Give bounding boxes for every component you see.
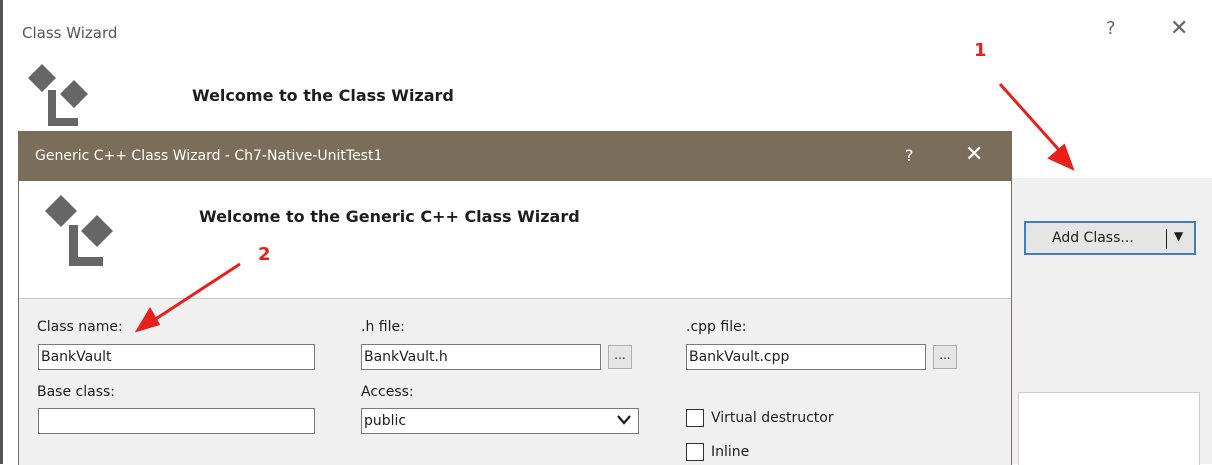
annotation-arrowhead-2 (134, 307, 161, 333)
annotation-marker-2: 2 (258, 244, 271, 265)
annotation-arrow-2 (147, 262, 241, 326)
annotation-arrow-1 (998, 82, 1070, 162)
annotation-marker-1: 1 (974, 40, 987, 61)
annotation-overlay (134, 82, 1075, 333)
annotation-arrowhead-1 (1047, 143, 1075, 171)
